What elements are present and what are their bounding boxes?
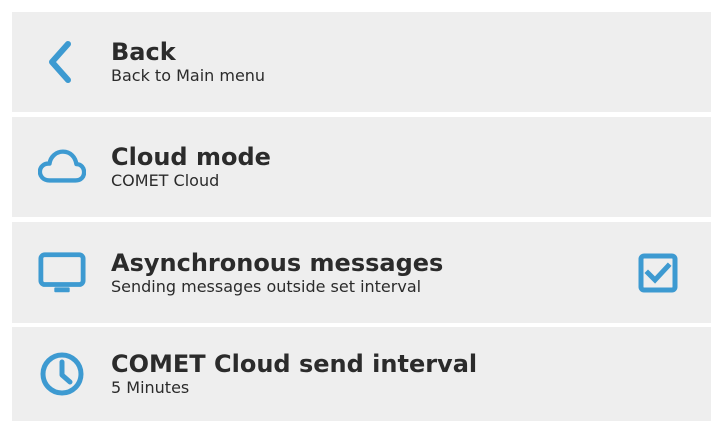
menu-item-subtitle: COMET Cloud <box>111 171 220 190</box>
menu-item-async-messages[interactable]: Asynchronous messages Sending messages o… <box>12 222 711 323</box>
menu-item-text: COMET Cloud send interval 5 Minutes <box>111 350 477 398</box>
checkbox-checked-icon <box>638 253 678 292</box>
cloud-icon <box>38 143 86 191</box>
menu-item-send-interval[interactable]: COMET Cloud send interval 5 Minutes <box>12 327 711 421</box>
clock-icon <box>38 350 86 398</box>
menu-item-title: COMET Cloud send interval <box>111 350 478 378</box>
menu-item-subtitle: 5 Minutes <box>111 378 190 397</box>
menu-item-text: Asynchronous messages Sending messages o… <box>111 249 443 297</box>
menu-item-title: Asynchronous messages <box>111 248 444 277</box>
async-messages-checkbox[interactable] <box>638 253 678 293</box>
chevron-left-icon <box>38 38 86 86</box>
menu-item-subtitle: Sending messages outside set interval <box>111 276 422 296</box>
menu-item-subtitle: Back to Main menu <box>111 66 266 85</box>
monitor-icon <box>38 249 86 297</box>
menu-item-title: Back <box>111 38 176 66</box>
menu-item-text: Cloud mode COMET Cloud <box>111 143 271 191</box>
menu-item-cloud-mode[interactable]: Cloud mode COMET Cloud <box>12 117 711 217</box>
settings-menu: Back Back to Main menu Cloud mode COMET … <box>0 0 711 421</box>
menu-item-title: Cloud mode <box>111 143 271 171</box>
menu-item-text: Back Back to Main menu <box>111 38 265 86</box>
menu-item-back[interactable]: Back Back to Main menu <box>12 12 711 112</box>
